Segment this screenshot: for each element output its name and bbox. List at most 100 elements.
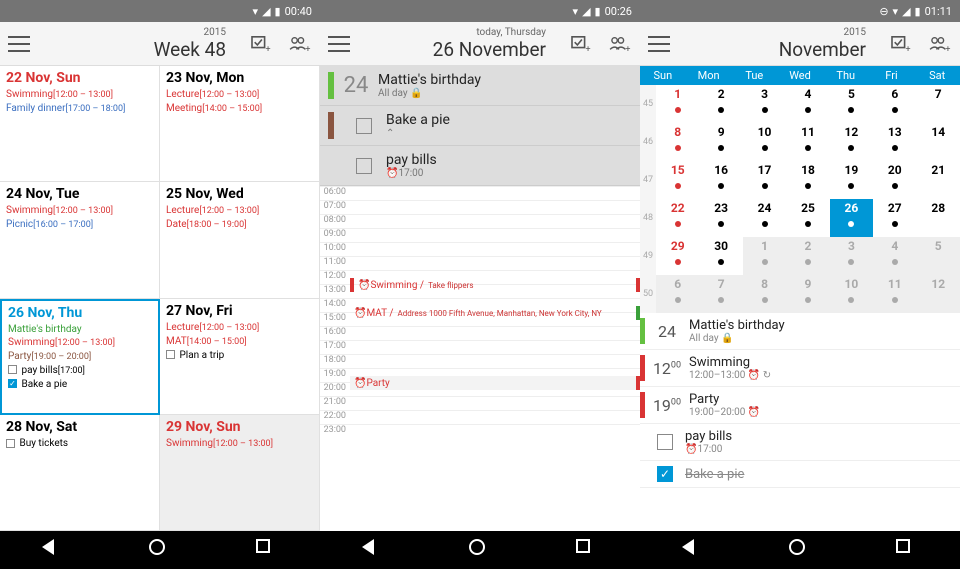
hour-row[interactable]: 09:00 bbox=[320, 228, 640, 242]
cal-cell[interactable]: 24 bbox=[743, 199, 786, 237]
menu-icon[interactable] bbox=[648, 36, 670, 52]
cal-cell[interactable]: 23 bbox=[699, 199, 742, 237]
checkbox-icon[interactable] bbox=[6, 439, 15, 448]
cal-cell[interactable]: 22 bbox=[656, 199, 699, 237]
cal-cell[interactable]: 26 bbox=[830, 199, 873, 237]
cal-cell[interactable]: 2 bbox=[786, 237, 829, 275]
home-button[interactable] bbox=[149, 539, 171, 561]
cal-cell[interactable]: 27 bbox=[873, 199, 916, 237]
cal-cell[interactable]: 12 bbox=[830, 123, 873, 161]
cal-cell[interactable]: 15 bbox=[656, 161, 699, 199]
cal-cell[interactable]: 7 bbox=[917, 85, 960, 123]
event-line[interactable]: Lecture[12:00 – 13:00] bbox=[166, 321, 313, 335]
event-line[interactable]: Meeting[14:00 – 15:00] bbox=[166, 102, 313, 116]
timed-event-mat[interactable]: ⏰MAT /Address 1000 Fifth Avenue, Manhatt… bbox=[350, 306, 640, 320]
cal-cell[interactable]: 19 bbox=[830, 161, 873, 199]
menu-icon[interactable] bbox=[8, 36, 30, 52]
hour-row[interactable]: 11:00 bbox=[320, 256, 640, 270]
event-line[interactable]: Date[18:00 – 19:00] bbox=[166, 218, 313, 232]
title-block[interactable]: today, Thursday 26 November bbox=[350, 27, 556, 61]
cal-cell[interactable]: 21 bbox=[917, 161, 960, 199]
event-line[interactable]: Lecture[12:00 – 13:00] bbox=[166, 88, 313, 102]
cal-cell[interactable]: 8 bbox=[743, 275, 786, 313]
hour-row[interactable]: 21:00 bbox=[320, 396, 640, 410]
event-line[interactable]: Mattie's birthday bbox=[8, 323, 152, 336]
cal-cell[interactable]: 10 bbox=[830, 275, 873, 313]
agenda-row[interactable]: 1900 Party 19:00–20:00 ⏰ bbox=[640, 387, 960, 424]
cal-cell[interactable]: 7 bbox=[699, 275, 742, 313]
task-line[interactable]: ✓ Bake a pie bbox=[8, 378, 152, 391]
cal-cell[interactable]: 17 bbox=[743, 161, 786, 199]
day-cell[interactable]: 26 Nov, ThuMattie's birthdaySwimming[12:… bbox=[0, 299, 160, 415]
cal-cell[interactable]: 5 bbox=[830, 85, 873, 123]
cal-cell[interactable]: 8 bbox=[656, 123, 699, 161]
recent-button[interactable] bbox=[576, 539, 598, 561]
menu-icon[interactable] bbox=[328, 36, 350, 52]
new-task-icon[interactable]: + bbox=[890, 35, 914, 53]
home-button[interactable] bbox=[789, 539, 811, 561]
cal-cell[interactable]: 12 bbox=[917, 275, 960, 313]
invite-icon[interactable]: + bbox=[288, 35, 312, 53]
event-line[interactable]: Picnic[16:00 – 17:00] bbox=[6, 218, 153, 232]
timed-event-swimming[interactable]: ⏰Swimming /Take flippers bbox=[350, 278, 640, 292]
hour-row[interactable]: 23:00 bbox=[320, 424, 640, 438]
back-button[interactable] bbox=[362, 539, 384, 561]
task-line[interactable]: Buy tickets bbox=[6, 437, 153, 450]
checkbox[interactable] bbox=[657, 434, 673, 450]
checkbox[interactable] bbox=[356, 118, 372, 134]
agenda-list[interactable]: 24 Mattie's birthday All day 🔒 1200 Swim… bbox=[640, 313, 960, 531]
event-line[interactable]: Swimming[12:00 – 13:00] bbox=[8, 336, 152, 350]
day-cell[interactable]: 23 Nov, MonLecture[12:00 – 13:00]Meeting… bbox=[160, 66, 320, 182]
cal-cell[interactable]: 18 bbox=[786, 161, 829, 199]
hour-row[interactable]: 10:00 bbox=[320, 242, 640, 256]
hour-row[interactable]: 08:00 bbox=[320, 214, 640, 228]
new-task-icon[interactable]: + bbox=[250, 35, 274, 53]
cal-cell[interactable]: 16 bbox=[699, 161, 742, 199]
cal-cell[interactable]: 9 bbox=[786, 275, 829, 313]
event-line[interactable]: Family dinner[17:00 – 18:00] bbox=[6, 102, 153, 116]
title-block[interactable]: 2015 Week 48 bbox=[30, 27, 236, 61]
agenda-row[interactable]: 1200 Swimming 12:00–13:00 ⏰ ↻ bbox=[640, 350, 960, 387]
hour-row[interactable]: 06:00 bbox=[320, 186, 640, 200]
back-button[interactable] bbox=[42, 539, 64, 561]
timed-event-party[interactable]: ⏰Party bbox=[350, 376, 640, 390]
cal-cell[interactable]: 6 bbox=[873, 85, 916, 123]
event-line[interactable]: Party[19:00 – 20:00] bbox=[8, 350, 152, 364]
cal-cell[interactable]: 11 bbox=[873, 275, 916, 313]
event-line[interactable]: Swimming[12:00 – 13:00] bbox=[6, 88, 153, 102]
task-row[interactable]: pay bills ⏰17:00 bbox=[320, 146, 640, 186]
cal-cell[interactable]: 9 bbox=[699, 123, 742, 161]
day-cell[interactable]: 24 Nov, TueSwimming[12:00 – 13:00]Picnic… bbox=[0, 182, 160, 298]
cal-cell[interactable]: 1 bbox=[656, 85, 699, 123]
task-line[interactable]: pay bills[17:00] bbox=[8, 364, 152, 378]
cal-cell[interactable]: 3 bbox=[830, 237, 873, 275]
recent-button[interactable] bbox=[896, 539, 918, 561]
agenda-row[interactable]: 24 Mattie's birthday All day 🔒 bbox=[640, 313, 960, 350]
invite-icon[interactable]: + bbox=[608, 35, 632, 53]
checkbox[interactable] bbox=[356, 158, 372, 174]
agenda-row[interactable]: ✓ Bake a pie bbox=[640, 461, 960, 488]
recent-button[interactable] bbox=[256, 539, 278, 561]
event-line[interactable]: Swimming[12:00 – 13:00] bbox=[166, 437, 313, 451]
cal-cell[interactable]: 10 bbox=[743, 123, 786, 161]
cal-cell[interactable]: 2 bbox=[699, 85, 742, 123]
hour-list[interactable]: 06:0007:0008:0009:0010:0011:0012:0013:00… bbox=[320, 186, 640, 531]
event-line[interactable]: MAT[14:00 – 15:00] bbox=[166, 335, 313, 349]
back-button[interactable] bbox=[682, 539, 704, 561]
hour-row[interactable]: 18:00 bbox=[320, 354, 640, 368]
agenda-row[interactable]: pay bills ⏰17:00 bbox=[640, 424, 960, 461]
hour-row[interactable]: 17:00 bbox=[320, 340, 640, 354]
cal-cell[interactable]: 3 bbox=[743, 85, 786, 123]
cal-cell[interactable]: 6 bbox=[656, 275, 699, 313]
day-cell[interactable]: 28 Nov, Sat Buy tickets bbox=[0, 415, 160, 531]
cal-cell[interactable]: 4 bbox=[873, 237, 916, 275]
cal-cell[interactable]: 29 bbox=[656, 237, 699, 275]
cal-cell[interactable]: 4 bbox=[786, 85, 829, 123]
cal-cell[interactable]: 11 bbox=[786, 123, 829, 161]
day-cell[interactable]: 22 Nov, SunSwimming[12:00 – 13:00]Family… bbox=[0, 66, 160, 182]
cal-cell[interactable]: 5 bbox=[917, 237, 960, 275]
task-line[interactable]: Plan a trip bbox=[166, 349, 313, 362]
checkbox[interactable]: ✓ bbox=[657, 466, 673, 482]
invite-icon[interactable]: + bbox=[928, 35, 952, 53]
task-row[interactable]: Bake a pie ⌃ bbox=[320, 106, 640, 146]
